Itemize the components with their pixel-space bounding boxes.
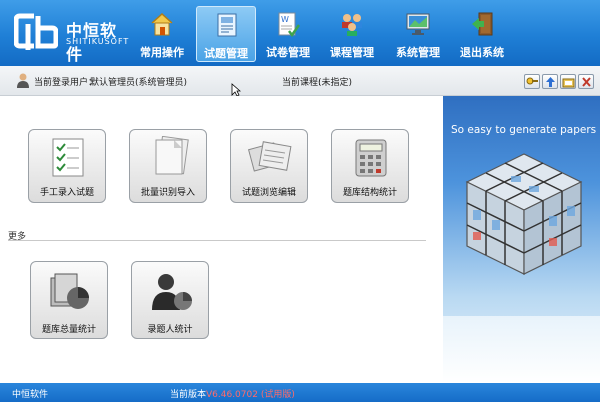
exam-paper-icon: W — [278, 12, 300, 37]
tile-browse-edit[interactable]: 试题浏览编辑 — [230, 129, 308, 203]
nav-item-questions[interactable]: 试题管理 — [196, 6, 256, 62]
cube-graphic-icon — [465, 153, 583, 275]
person-chart-icon — [152, 274, 192, 310]
logo: 中恒软件 SHITIKUSOFT — [10, 8, 128, 64]
app-header: 中恒软件 SHITIKUSOFT 常用操作 试题管理 W 试卷管理 课程管理 系… — [0, 0, 600, 66]
nav-item-common[interactable]: 常用操作 — [132, 6, 192, 62]
version-value: V6.46.0702 (试用版) — [206, 390, 295, 400]
tile-label: 题库结构统计 — [342, 188, 397, 198]
logo-subtext: SHITIKUSOFT — [66, 37, 130, 46]
current-course-label: 当前课程: — [282, 78, 322, 88]
upload-arrow-icon — [546, 77, 555, 87]
exit-door-icon — [472, 12, 493, 36]
users-group-icon — [342, 14, 362, 36]
nav-item-exit[interactable]: 退出系统 — [452, 6, 512, 62]
info-bar: 当前登录用户： 默认管理员(系统管理员) 当前课程: (未指定) — [0, 66, 600, 96]
tile-structure-stats[interactable]: 题库结构统计 — [331, 129, 409, 203]
home-icon — [151, 12, 173, 36]
current-user-label: 当前登录用户： — [34, 78, 98, 88]
tile-manual-entry[interactable]: 手工录入试题 — [28, 129, 106, 203]
calculator-icon — [355, 139, 387, 177]
current-user-value: 默认管理员(系统管理员) — [90, 78, 188, 88]
banner-floor — [443, 316, 600, 383]
checklist-icon — [52, 138, 84, 177]
svg-text:W: W — [281, 15, 289, 24]
tile-label: 录题人统计 — [147, 325, 193, 335]
folder-button[interactable] — [560, 74, 576, 89]
paper-stack-icon — [155, 136, 189, 175]
search-key-button[interactable] — [524, 74, 540, 89]
close-icon — [582, 77, 591, 87]
nav-label: 系统管理 — [396, 46, 440, 59]
pie-chart-files-icon — [50, 273, 89, 309]
mouse-cursor-icon — [231, 83, 241, 97]
nav-item-courses[interactable]: 课程管理 — [322, 6, 382, 62]
close-button[interactable] — [578, 74, 594, 89]
nav-item-papers[interactable]: W 试卷管理 — [258, 6, 318, 62]
user-icon — [17, 73, 29, 88]
tile-label: 手工录入试题 — [39, 188, 94, 198]
folder-icon — [562, 78, 575, 88]
tile-label: 批量识别导入 — [140, 188, 195, 198]
status-bar: 中恒软件 当前版本 V6.46.0702 (试用版) — [0, 383, 600, 402]
banner-tagline: So easy to generate papers — [451, 124, 597, 136]
nav-label: 试题管理 — [204, 47, 248, 60]
promo-banner: So easy to generate papers — [443, 96, 600, 383]
status-company: 中恒软件 — [12, 390, 49, 400]
version-label: 当前版本 — [170, 390, 207, 400]
tile-total-stats[interactable]: 题库总量统计 — [30, 261, 108, 339]
upload-button[interactable] — [542, 74, 558, 89]
main-panel: 手工录入试题 批量识别导入 试题浏览编辑 题库结构统计 更多 题库总量统计 录题… — [0, 96, 443, 383]
document-icon — [217, 13, 237, 37]
search-key-icon — [526, 77, 538, 85]
section-divider — [8, 240, 426, 241]
tile-batch-import[interactable]: 批量识别导入 — [129, 129, 207, 203]
current-course-value: (未指定) — [318, 78, 353, 88]
newspapers-icon — [247, 141, 292, 172]
tile-label: 试题浏览编辑 — [241, 188, 296, 198]
tile-entry-person-stats[interactable]: 录题人统计 — [131, 261, 209, 339]
nav-item-system[interactable]: 系统管理 — [388, 6, 448, 62]
nav-label: 试卷管理 — [266, 46, 310, 59]
nav-label: 退出系统 — [460, 46, 504, 59]
nav-label: 课程管理 — [330, 46, 374, 59]
logo-mark-icon — [14, 13, 58, 50]
nav-label: 常用操作 — [140, 46, 184, 59]
tile-label: 题库总量统计 — [41, 325, 96, 335]
monitor-icon — [406, 13, 430, 35]
